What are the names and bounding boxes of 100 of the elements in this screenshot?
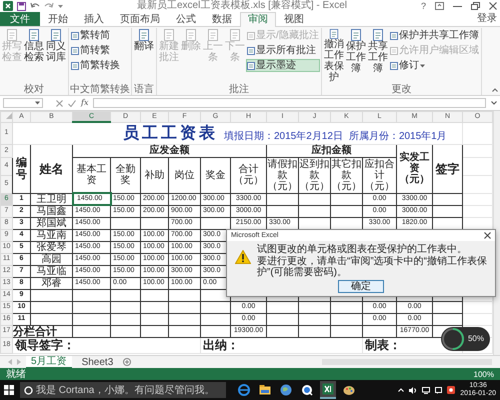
group-label: 校对	[23, 84, 45, 95]
column-heading: 全勤奖	[110, 157, 140, 193]
globe-icon[interactable]	[278, 382, 294, 398]
column-heading: 姓名	[30, 144, 72, 193]
help-button[interactable]: ?	[420, 1, 426, 11]
column-heading: 岗位	[168, 157, 200, 193]
ribbon-button[interactable]: 简转繁	[70, 44, 121, 57]
table-cell: 郑国斌	[30, 217, 72, 229]
column-heading: 迟到扣款（元）	[298, 157, 330, 193]
spreadsheet-icon[interactable]	[3, 1, 13, 11]
page-icon	[71, 32, 79, 40]
sheet-tab[interactable]: 5月工资	[26, 356, 72, 368]
ribbon-button[interactable]: 信息检索	[23, 28, 45, 84]
insert-function-button[interactable]: fx	[81, 98, 88, 108]
ribbon-button[interactable]: 修订	[388, 59, 480, 72]
circle-icon	[24, 386, 33, 394]
windows-icon[interactable]	[4, 385, 14, 395]
page-icon	[247, 46, 255, 54]
ribbon-button[interactable]: 共享工作簿	[366, 28, 389, 84]
menu-tab[interactable]: 审阅	[240, 12, 276, 27]
ribbon-button[interactable]: 显示所有批注	[246, 44, 320, 57]
page-icon	[247, 32, 255, 40]
menu-tab[interactable]: 开始	[40, 12, 76, 26]
notification-icon[interactable]	[435, 386, 442, 394]
ribbon-button[interactable]: 保护并共享工作簿	[388, 29, 480, 42]
ribbon-display-icon[interactable]	[435, 2, 444, 10]
status-text: 就绪	[6, 368, 26, 380]
table-cell: 马国鑫	[30, 205, 72, 217]
column-heading: 请假扣款（元）	[266, 157, 298, 193]
date-label: 填报日期：2015年2月12日	[224, 131, 343, 144]
column-heading: 应扣金额	[266, 144, 396, 157]
add-sheet-icon[interactable]	[123, 358, 132, 366]
search-field[interactable]: 我是 Cortana，小娜。有问题尽管问我。	[20, 382, 226, 398]
app-icon[interactable]	[447, 386, 456, 394]
column-heading: 应扣合计（元）	[362, 157, 396, 193]
column-heading: 合计（元）	[230, 157, 266, 193]
redo-icon[interactable]	[44, 2, 54, 10]
table-cell: 张爱琴	[30, 241, 72, 253]
table-cell: 马亚南	[30, 229, 72, 241]
signature-label: 领导签字：	[12, 337, 200, 353]
dropdown-icon[interactable]	[35, 101, 40, 105]
table-cell: 邓睿	[30, 277, 72, 289]
column-heading: 应发金额	[72, 144, 266, 157]
speaker-icon[interactable]	[409, 386, 418, 394]
menu-tab[interactable]: 插入	[76, 12, 112, 26]
ring-meter	[440, 327, 465, 351]
spreadsheet-icon[interactable]	[320, 381, 336, 399]
ribbon-button[interactable]: 繁转简	[70, 29, 121, 42]
save-icon[interactable]	[17, 2, 26, 10]
menu-tab[interactable]: 公式	[168, 12, 204, 26]
page-icon	[390, 46, 398, 54]
enter-icon[interactable]	[68, 100, 76, 106]
dialog-message: 试图更改的单元格或图表在受保护的工作表中。	[257, 244, 468, 255]
column-heading: 奖金	[200, 157, 230, 193]
column-heading: 其它扣款（元）	[330, 157, 362, 193]
expand-icon[interactable]	[491, 101, 497, 105]
caret-icon	[420, 64, 425, 68]
ok-button[interactable]: 确定	[338, 280, 384, 293]
group-label: 语言	[133, 84, 155, 95]
table-cell: 分栏合计	[12, 325, 72, 337]
group-label: 批注	[228, 84, 250, 95]
month-label: 所属月份：2015年1月	[348, 131, 447, 144]
sheet-tab[interactable]: Sheet3	[76, 356, 118, 368]
dialog-message: 要进行更改，请单击“审阅”选项卡中的“撤销工作表保护”(可能需要密码)。	[257, 256, 488, 278]
ribbon-button[interactable]: 简繁转换	[70, 59, 121, 72]
page-icon	[71, 62, 79, 70]
close-icon[interactable]	[489, 2, 497, 10]
formula-input[interactable]	[93, 98, 486, 108]
menu-tab[interactable]: 文件	[0, 12, 40, 26]
group-label: 中文简繁转换	[70, 84, 130, 95]
close-icon[interactable]	[484, 232, 491, 239]
column-heading: 实发工资（元）	[396, 144, 432, 193]
zoom-level: 100%	[474, 368, 494, 380]
ribbon-button[interactable]: 显示墨迹	[246, 59, 320, 72]
undo-icon[interactable]	[30, 2, 40, 10]
page-icon	[390, 62, 398, 70]
table-cell: 高园	[30, 253, 72, 265]
menu-tab[interactable]: 视图	[276, 12, 312, 26]
column-heading: 补助	[140, 157, 168, 193]
ribbon-button[interactable]: 撤消工作表保护	[322, 28, 345, 84]
table-cell: 马亚临	[30, 265, 72, 277]
sheet-title: 员工工资表	[123, 123, 218, 144]
up-caret-icon[interactable]	[398, 388, 404, 392]
restore-icon[interactable]	[471, 2, 480, 10]
sign-in-link[interactable]: 登录	[474, 12, 500, 26]
menu-tab[interactable]: 页面布局	[112, 12, 168, 26]
browser-icon[interactable]	[236, 382, 252, 398]
menu-tab[interactable]: 数据	[204, 12, 240, 26]
cancel-icon[interactable]	[56, 100, 63, 106]
ribbon-button[interactable]: 翻译	[133, 28, 155, 84]
meter-reading: 50%	[468, 334, 484, 344]
network-icon[interactable]	[422, 386, 430, 394]
signature-label: 出纳：	[200, 337, 362, 353]
table-cell: 王卫明	[30, 193, 72, 205]
page-icon	[390, 32, 398, 40]
customize-icon[interactable]	[58, 4, 63, 8]
group-label: 更改	[390, 84, 412, 95]
collapse-icon[interactable]	[492, 88, 498, 92]
ribbon-button[interactable]: 同义词库	[45, 28, 67, 84]
ribbon-button[interactable]: 保护工作簿	[344, 28, 367, 84]
